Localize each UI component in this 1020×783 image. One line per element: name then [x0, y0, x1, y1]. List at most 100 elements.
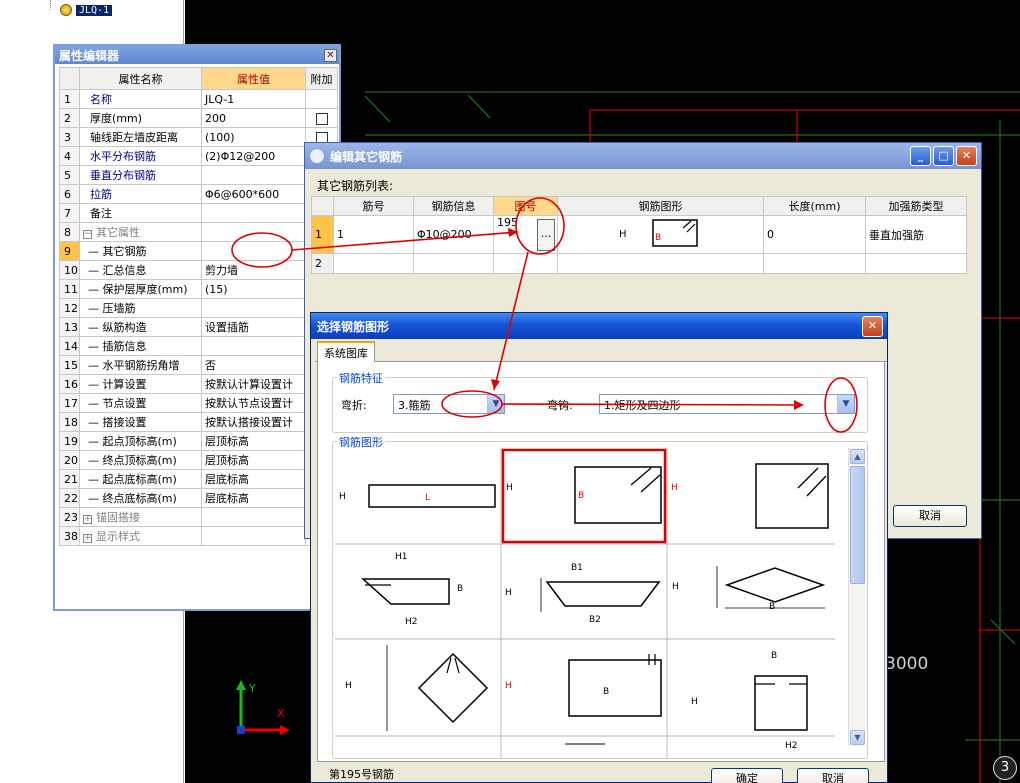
- property-value[interactable]: 层顶标高: [201, 431, 306, 451]
- close-button[interactable]: ✕: [956, 146, 977, 166]
- table-row[interactable]: 2 厚度(mm) 200: [59, 108, 338, 128]
- chevron-down-icon[interactable]: ▼: [487, 395, 504, 413]
- shape-cell[interactable]: H B: [505, 654, 662, 717]
- table-row[interactable]: 6 拉筋 Φ6@600*600: [59, 184, 338, 204]
- ok-button[interactable]: 确定: [711, 768, 783, 783]
- property-value[interactable]: 否: [201, 355, 306, 375]
- table-row[interactable]: 15— 水平钢筋拐角增否: [59, 355, 338, 375]
- property-value[interactable]: [201, 165, 306, 185]
- table-row-selected[interactable]: 9— 其它钢筋: [59, 241, 338, 261]
- table-row[interactable]: 13— 纵筋构造 设置插筋: [59, 317, 338, 337]
- shape-cell[interactable]: H1 B H2: [361, 552, 463, 627]
- table-row[interactable]: 14— 插筋信息: [59, 336, 338, 356]
- length-cell[interactable]: 0: [763, 215, 866, 254]
- property-value: [201, 222, 306, 242]
- close-button[interactable]: ✕: [862, 315, 883, 337]
- table-row[interactable]: 5 垂直分布钢筋: [59, 165, 338, 185]
- table-row[interactable]: 7 备注: [59, 203, 338, 223]
- scroll-up-icon[interactable]: ▲: [850, 449, 865, 464]
- property-editor-titlebar[interactable]: 属性编辑器 ✕: [55, 46, 339, 64]
- bar-no-cell[interactable]: 1: [333, 215, 414, 254]
- property-value[interactable]: JLQ-1: [201, 89, 306, 109]
- shape-grid[interactable]: H L H B H H1 B H2 B1 H B2 H B H H B B H …: [335, 448, 849, 758]
- property-value[interactable]: Φ6@600*600: [201, 184, 306, 204]
- rebar-table: 筋号 钢筋信息 图号 钢筋图形 长度(mm) 加强筋类型 1 1 Φ10@200…: [311, 196, 967, 274]
- table-row[interactable]: 11— 保护层厚度(mm) (15): [59, 279, 338, 299]
- row-number: 1: [59, 89, 80, 109]
- property-value[interactable]: [201, 241, 306, 261]
- table-row[interactable]: 2: [311, 253, 967, 274]
- property-value[interactable]: 按默认搭接设置计: [201, 412, 306, 432]
- row-number: 9: [59, 241, 80, 261]
- scroll-thumb[interactable]: [850, 466, 865, 584]
- table-row[interactable]: 19— 起点顶标高(m) 层顶标高: [59, 431, 338, 451]
- table-row[interactable]: 8− 其它属性: [59, 222, 338, 242]
- table-row[interactable]: 18— 搭接设置 按默认搭接设置计: [59, 412, 338, 432]
- table-row[interactable]: 1 名称 JLQ-1: [59, 89, 338, 109]
- shape-cell[interactable]: H: [345, 645, 489, 731]
- shape-cell[interactable]: B H: [691, 651, 808, 731]
- table-row[interactable]: 4 水平分布钢筋 (2)Φ12@200: [59, 146, 338, 166]
- table-row[interactable]: 16— 计算设置 按默认计算设置计: [59, 374, 338, 394]
- table-row[interactable]: 21— 起点底标高(m) 层底标高: [59, 469, 338, 489]
- property-value[interactable]: 层底标高: [201, 469, 306, 489]
- property-value[interactable]: 按默认节点设置计: [201, 393, 306, 413]
- property-value[interactable]: (100): [201, 127, 306, 147]
- table-row[interactable]: 20— 终点顶标高(m) 层顶标高: [59, 450, 338, 470]
- cancel-button[interactable]: 取消: [797, 768, 869, 783]
- property-value[interactable]: 剪力墙: [201, 260, 306, 280]
- choose-shape-button[interactable]: ...: [537, 219, 555, 251]
- table-row[interactable]: 17— 节点设置 按默认节点设置计: [59, 393, 338, 413]
- property-value[interactable]: [201, 298, 306, 318]
- minimize-button[interactable]: _: [910, 146, 931, 166]
- table-row[interactable]: 1 1 Φ10@200 195 H B 0 垂直加强筋: [311, 215, 967, 254]
- property-value[interactable]: 按默认计算设置计: [201, 374, 306, 394]
- reinforce-type-cell[interactable]: 垂直加强筋: [865, 215, 967, 254]
- scroll-down-icon[interactable]: ▼: [850, 730, 865, 745]
- rebar-info-cell[interactable]: Φ10@200: [413, 215, 494, 254]
- table-row[interactable]: 3 轴线距左墙皮距离 (100): [59, 127, 338, 147]
- tab-panel: 钢筋特征 弯折: 3.箍筋 ▼ 弯钩: 1.矩形及四边形 ▼ 钢筋图形 H L …: [317, 362, 885, 762]
- property-value[interactable]: 层顶标高: [201, 450, 306, 470]
- maximize-button[interactable]: □: [933, 146, 954, 166]
- table-row[interactable]: 10— 汇总信息 剪力墙: [59, 260, 338, 280]
- property-value[interactable]: [201, 203, 306, 223]
- tree-node-jlq1[interactable]: JLQ-1: [60, 2, 113, 18]
- shape-cell[interactable]: B1 H B2: [505, 563, 661, 625]
- expand-icon[interactable]: +: [83, 534, 92, 543]
- tab-strip: 系统图库: [315, 341, 887, 362]
- shape-cell[interactable]: [755, 463, 829, 529]
- edit-rebar-titlebar[interactable]: 编辑其它钢筋 _ □ ✕: [305, 143, 981, 169]
- table-row[interactable]: 38 + 显示样式: [59, 526, 338, 546]
- svg-text:Y: Y: [248, 682, 256, 695]
- shape-dialog-titlebar[interactable]: 选择钢筋图形 ✕: [311, 313, 887, 339]
- tree-node-label[interactable]: JLQ-1: [76, 4, 113, 16]
- property-editor-title: 属性编辑器: [59, 48, 120, 63]
- tab-system-library[interactable]: 系统图库: [317, 341, 375, 362]
- shape-cell-selected[interactable]: H B H: [501, 448, 678, 544]
- chevron-down-icon[interactable]: ▼: [837, 395, 854, 413]
- row-number: 14: [59, 336, 80, 356]
- shape-grid-scrollbar[interactable]: ▲ ▼: [848, 448, 865, 746]
- table-row[interactable]: 22— 终点底标高(m) 层底标高: [59, 488, 338, 508]
- shape-cell[interactable]: H L: [339, 484, 496, 508]
- expand-icon[interactable]: +: [83, 515, 92, 524]
- property-name: 水平分布钢筋: [79, 146, 202, 166]
- shape-label: H: [345, 681, 352, 691]
- extra-checkbox[interactable]: [315, 112, 328, 125]
- property-value[interactable]: 200: [201, 108, 306, 128]
- close-icon[interactable]: ✕: [324, 48, 337, 62]
- collapse-icon[interactable]: −: [83, 230, 92, 239]
- property-value[interactable]: (2)Φ12@200: [201, 146, 306, 166]
- property-value[interactable]: 设置插筋: [201, 317, 306, 337]
- property-value[interactable]: [201, 336, 306, 356]
- row-number: 12: [59, 298, 80, 318]
- shape-cell[interactable]: H B: [672, 566, 826, 612]
- property-value[interactable]: 层底标高: [201, 488, 306, 508]
- hook-select[interactable]: 1.矩形及四边形 ▼: [599, 394, 855, 414]
- table-row[interactable]: 12— 压墙筋: [59, 298, 338, 318]
- bend-select[interactable]: 3.箍筋 ▼: [393, 394, 505, 414]
- property-value[interactable]: (15): [201, 279, 306, 299]
- cancel-button[interactable]: 取消: [893, 505, 967, 527]
- table-row[interactable]: 23 + 锚固搭接: [59, 507, 338, 527]
